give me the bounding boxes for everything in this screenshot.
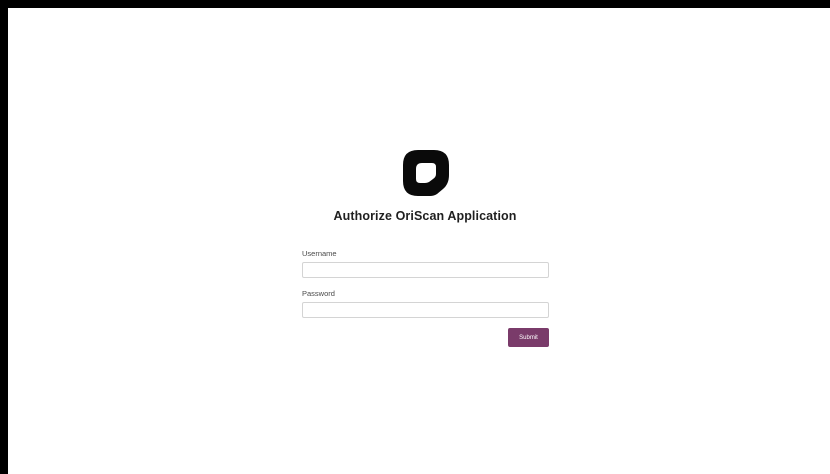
username-input[interactable] — [302, 262, 549, 278]
password-label: Password — [302, 289, 335, 298]
page-title: Authorize OriScan Application — [333, 209, 517, 223]
login-page: Authorize OriScan Application Username P… — [8, 8, 830, 474]
username-label: Username — [302, 249, 337, 258]
password-input[interactable] — [302, 302, 549, 318]
oriscan-logo-icon — [403, 150, 449, 196]
submit-button[interactable]: Submit — [508, 328, 549, 347]
